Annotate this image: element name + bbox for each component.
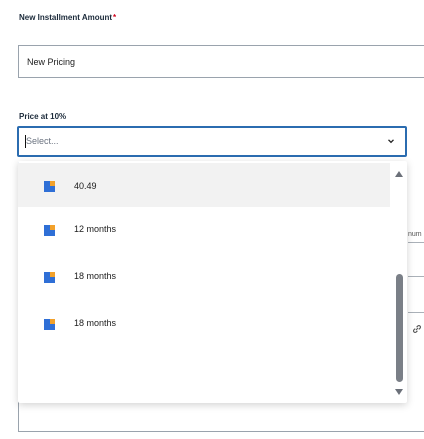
scrollbar-thumb[interactable] — [396, 274, 403, 382]
price-select[interactable]: Select... — [17, 126, 407, 157]
dropdown-option[interactable]: 18 months — [18, 301, 390, 345]
dropdown-option[interactable]: 40.49 — [18, 163, 390, 207]
option-label: 18 months — [74, 318, 117, 328]
installment-amount-input[interactable] — [18, 45, 424, 78]
chevron-down-icon[interactable] — [386, 136, 396, 146]
background-partial-label: num — [408, 231, 422, 238]
option-label: 18 months — [74, 271, 117, 281]
background-field-line — [408, 276, 424, 277]
background-field-line — [408, 312, 424, 313]
required-asterisk: * — [113, 13, 117, 22]
link-icon[interactable] — [411, 323, 423, 335]
option-label: 40.49 — [74, 181, 97, 191]
edit-icon — [44, 272, 55, 283]
option-label: 12 months — [74, 224, 117, 234]
scroll-up-arrow-icon[interactable] — [394, 170, 404, 178]
edit-icon — [44, 225, 55, 236]
dropdown-option[interactable]: 18 months — [18, 254, 390, 298]
installment-label-text: New Installment Amount — [19, 13, 113, 22]
dropdown-option[interactable]: 12 months — [18, 207, 390, 251]
bottom-input-field[interactable] — [18, 401, 424, 432]
price-select-placeholder: Select... — [26, 136, 59, 146]
scroll-down-arrow-icon[interactable] — [394, 388, 404, 396]
edit-icon — [44, 319, 55, 330]
price-label: Price at 10% — [19, 112, 67, 121]
edit-icon — [44, 181, 55, 192]
background-field-line — [408, 242, 424, 243]
installment-label: New Installment Amount* — [19, 13, 116, 22]
price-dropdown-menu: 40.49 12 months 18 months 18 months — [18, 161, 407, 403]
